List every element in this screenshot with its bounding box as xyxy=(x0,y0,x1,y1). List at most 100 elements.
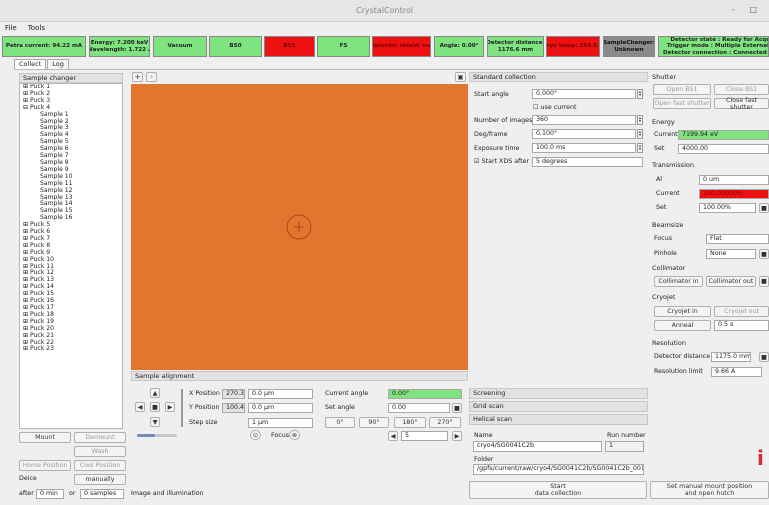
sample-tree-item[interactable]: Sample 5 xyxy=(20,138,122,146)
energy-set-field[interactable]: 4000.00 xyxy=(678,144,769,154)
home-position-button[interactable]: Home Position xyxy=(19,460,71,471)
camera-icon[interactable]: ▣ xyxy=(455,72,466,82)
move-tool-icon[interactable]: ⁘ xyxy=(146,72,157,82)
set-angle-field[interactable]: 0.00 xyxy=(388,403,450,413)
start-data-collection-button[interactable]: Start data collection xyxy=(469,481,647,499)
angle-180-button[interactable]: 180° xyxy=(394,417,426,428)
close-bs1-button[interactable]: Close BS1 xyxy=(714,84,769,95)
collimator-in-button[interactable]: Collimator in xyxy=(654,276,703,287)
start-xds-checkbox[interactable]: ☑ Start XDS after xyxy=(474,158,529,165)
window-controls[interactable]: - □ xyxy=(732,5,763,14)
transmission-title: Transmission xyxy=(652,161,694,169)
exposure-time-field[interactable]: 100.0 ms xyxy=(532,143,636,153)
y-position-field[interactable]: 0.0 µm xyxy=(248,403,313,413)
beam-crosshair-icon xyxy=(286,214,312,240)
rotate-left-icon[interactable]: ◀ xyxy=(388,431,398,441)
num-images-spinner[interactable]: ▴ ▾ xyxy=(637,115,643,125)
start-xds-select[interactable]: 5 degrees xyxy=(532,157,643,167)
deg-frame-field[interactable]: 0.100° xyxy=(532,129,636,139)
angle-270-button[interactable]: 270° xyxy=(429,417,461,428)
open-bs1-button[interactable]: Open BS1 xyxy=(653,84,711,95)
sample-tree-item[interactable]: Sample 8 xyxy=(20,159,122,167)
cryojet-out-button[interactable]: Cryojet out xyxy=(714,306,769,317)
close-fast-shutter-button[interactable]: Close fast shutter xyxy=(714,97,769,111)
deg-frame-spinner[interactable]: ▴ ▾ xyxy=(637,129,643,139)
x-position-field[interactable]: 0.0 µm xyxy=(248,389,313,399)
cancel-focus-icon[interactable]: ⊗ xyxy=(289,430,300,440)
zoom-slider[interactable] xyxy=(137,434,177,437)
tab-log[interactable]: Log xyxy=(47,59,69,69)
transmission-stop-button[interactable]: ■ xyxy=(759,203,769,213)
anneal-button[interactable]: Anneal xyxy=(654,320,711,331)
tab-collect[interactable]: Collect xyxy=(14,59,47,69)
menu-file[interactable]: File xyxy=(5,24,17,32)
resolution-limit-field[interactable]: 9.66 A xyxy=(711,367,762,377)
resolution-limit-label: Resolution limit xyxy=(654,368,703,375)
status-angle: Angle: 0.00° xyxy=(434,36,484,57)
collimator-stop-button[interactable]: ■ xyxy=(759,276,769,287)
helical-scan-header[interactable]: Helical scan xyxy=(469,414,648,425)
focus-icon[interactable]: ⊙ xyxy=(250,430,261,440)
move-left-button[interactable]: ◀ xyxy=(135,402,145,412)
menu-tools[interactable]: Tools xyxy=(28,24,45,32)
mount-button[interactable]: Mount xyxy=(19,432,71,443)
folder-field[interactable]: /gpfs/current/raw/cryo4/SG0041C2b/SG0041… xyxy=(473,464,644,475)
position-divider xyxy=(181,389,183,427)
distance-stop-button[interactable]: ■ xyxy=(759,352,769,362)
rotation-step-select[interactable]: 5 xyxy=(401,431,448,441)
move-right-button[interactable]: ▶ xyxy=(165,402,175,412)
stop-button[interactable]: ■ xyxy=(150,402,160,412)
focus-label: Focus xyxy=(271,432,289,439)
manually-button[interactable]: manually xyxy=(74,474,126,485)
crosshair-tool-icon[interactable]: ✛ xyxy=(132,72,143,82)
move-down-button[interactable]: ▼ xyxy=(150,417,160,427)
num-images-field[interactable]: 360 xyxy=(532,115,636,125)
angle-0-button[interactable]: 0° xyxy=(325,417,355,428)
sample-tree-item[interactable]: Sample 4 xyxy=(20,131,122,139)
cryojet-in-button[interactable]: Cryojet in xyxy=(654,306,711,317)
manual-mount-hutch-button[interactable]: Set manual mount position and open hutch xyxy=(650,481,769,499)
y-position-label: Y Position xyxy=(189,404,220,411)
angle-stop-button[interactable]: ■ xyxy=(452,403,462,413)
exposure-time-spinner[interactable]: ▴ ▾ xyxy=(637,143,643,153)
use-current-checkbox[interactable]: ☐ use current xyxy=(533,104,577,111)
open-fast-shutter-button[interactable]: Open fast shutter xyxy=(653,98,711,109)
anneal-time-select[interactable]: 0.5 s xyxy=(714,320,769,331)
sample-tree-item[interactable]: Sample 1 xyxy=(20,111,122,119)
rotate-right-icon[interactable]: ▶ xyxy=(452,431,462,441)
step-size-select[interactable]: 1 µm xyxy=(248,418,313,428)
transmission-current-label: Current xyxy=(656,190,680,197)
folder-label: Folder xyxy=(474,456,494,463)
grid-scan-header[interactable]: Grid scan xyxy=(469,401,648,412)
demount-button[interactable]: Demount xyxy=(74,432,126,443)
wash-button[interactable]: Wash xyxy=(74,446,126,457)
sample-tree-item[interactable]: Sample 3 xyxy=(20,125,122,132)
name-field[interactable]: cryo4/SG0041C2b xyxy=(473,441,602,452)
sample-camera-image[interactable] xyxy=(131,84,468,370)
detector-distance-field[interactable]: 1175.0 mm xyxy=(711,352,751,362)
pinhole-stop-button[interactable]: ■ xyxy=(759,249,769,259)
set-angle-label: Set angle xyxy=(325,404,355,411)
collimator-out-button[interactable]: Collimator out xyxy=(706,276,756,287)
samples-field[interactable]: 0 samples xyxy=(80,489,124,499)
after-min-field[interactable]: 0 min xyxy=(36,489,64,499)
transmission-set-field[interactable]: 100.00% xyxy=(699,203,756,213)
sample-tree-item[interactable]: ⊞ Puck 23 xyxy=(20,346,122,353)
sample-tree-item[interactable]: ⊟ Puck 4 xyxy=(20,104,122,112)
angle-90-button[interactable]: 90° xyxy=(359,417,389,428)
cool-position-button[interactable]: Cool Position xyxy=(74,460,126,471)
pinhole-select[interactable]: None xyxy=(706,249,756,259)
start-angle-field[interactable]: 0.000° xyxy=(532,89,636,99)
sample-tree-item[interactable]: Sample 6 xyxy=(20,145,122,153)
focus-mode-select[interactable]: Flat xyxy=(706,234,769,244)
sample-tree[interactable]: ⊞ Puck 1 ⊞ Puck 2 ⊞ Puck 3 ⊟ Puck 4 Sample 1… xyxy=(19,83,123,429)
standard-collection-header: Standard collection xyxy=(469,72,648,82)
al-select[interactable]: 0 um xyxy=(699,175,769,185)
screening-header[interactable]: Screening xyxy=(469,388,648,399)
move-up-button[interactable]: ▲ xyxy=(150,388,160,398)
status-bs1: BS1 xyxy=(264,36,315,57)
start-angle-spinner[interactable]: ▴ ▾ xyxy=(637,89,643,99)
run-number-field[interactable]: 1 xyxy=(605,441,644,452)
sample-tree-item[interactable]: Sample 2 xyxy=(20,118,122,126)
sample-tree-item[interactable]: Sample 7 xyxy=(20,152,122,160)
